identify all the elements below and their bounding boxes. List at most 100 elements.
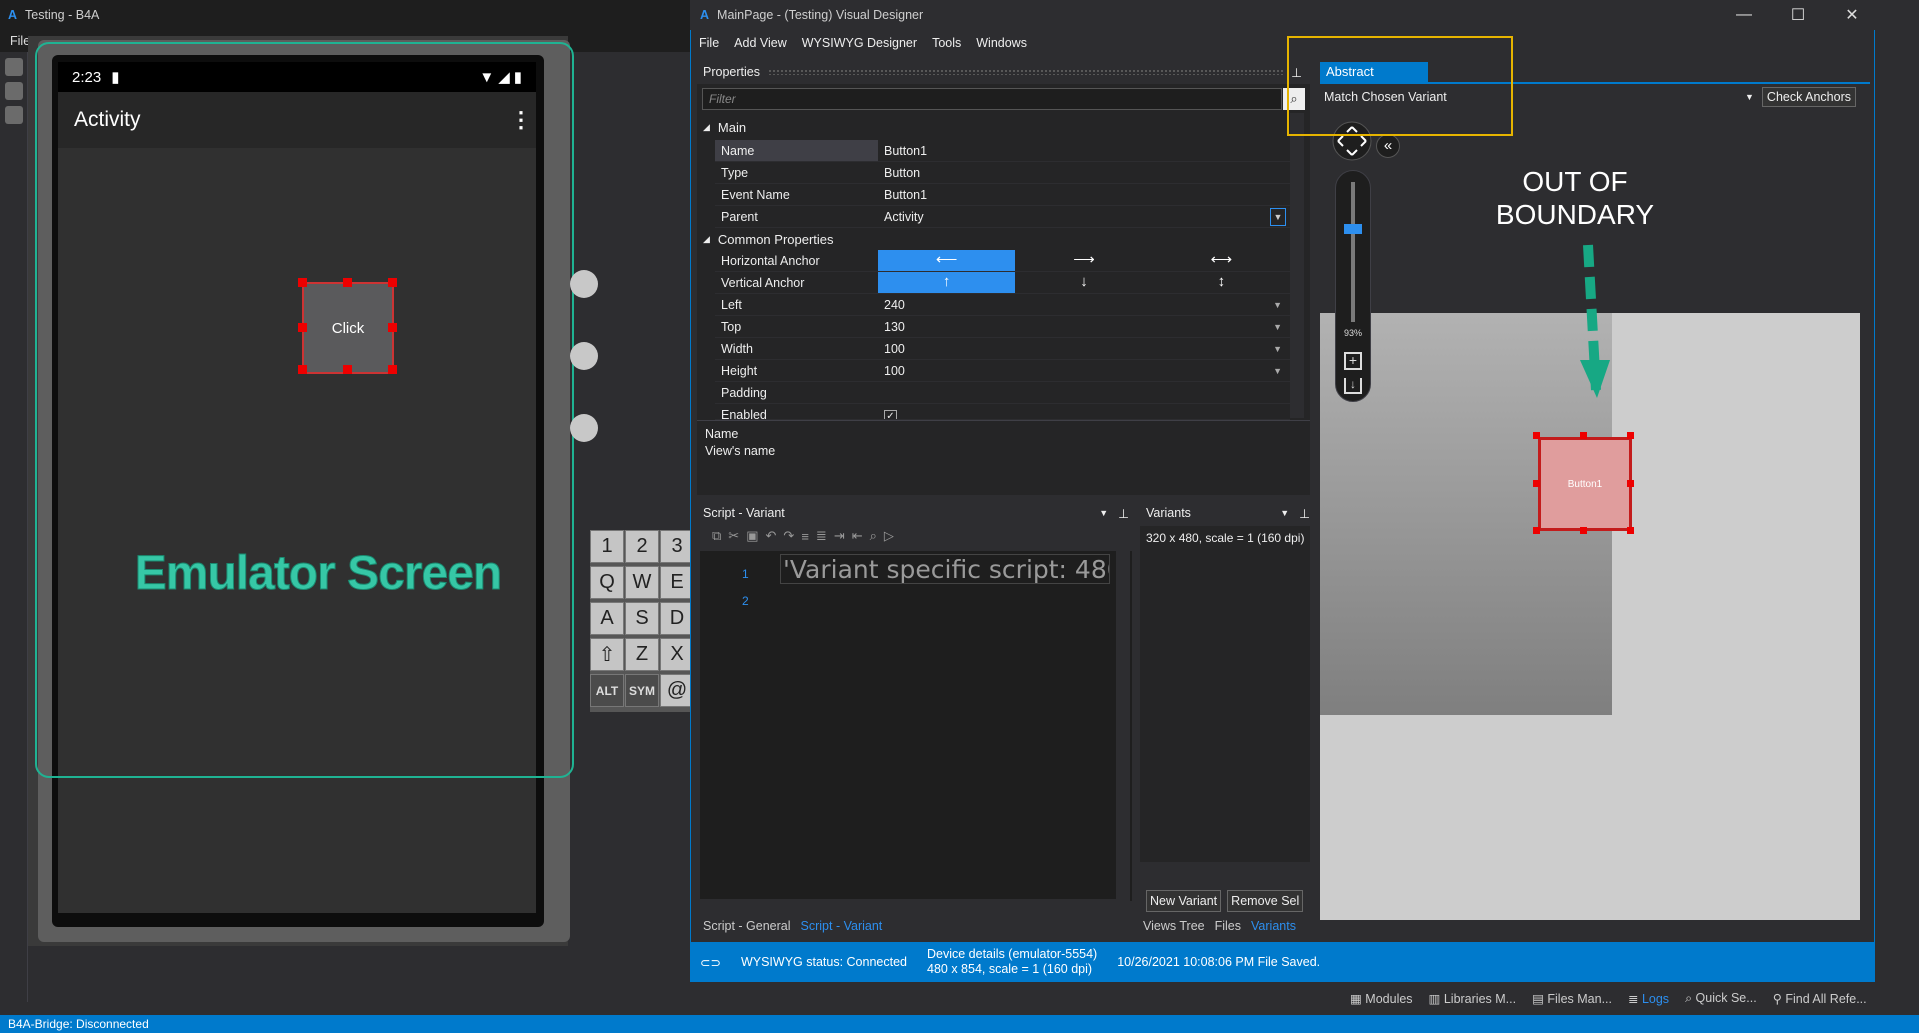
prop-row-horizontal-anchor[interactable]: Horizontal Anchor ⟵ ⟶ ⟷ (715, 250, 1290, 272)
shift-key-icon[interactable]: ⇧ (590, 638, 624, 671)
resize-handle[interactable] (1533, 480, 1540, 487)
filter-input[interactable]: Filter (702, 88, 1282, 110)
alt-key[interactable]: ALT (590, 674, 624, 707)
key[interactable]: S (625, 602, 659, 635)
tab-script-general[interactable]: Script - General (703, 919, 791, 933)
new-variant-button[interactable]: New Variant (1146, 890, 1222, 912)
dropdown-icon[interactable]: ▼ (1270, 208, 1286, 226)
script-editor[interactable] (700, 551, 1132, 901)
zoom-track[interactable] (1351, 182, 1355, 322)
resize-handle[interactable] (1533, 432, 1540, 439)
zoom-thumb[interactable] (1344, 224, 1362, 234)
section-main[interactable]: ◢ Main (703, 116, 746, 138)
menu-file[interactable]: File (699, 36, 719, 50)
key[interactable]: Z (625, 638, 659, 671)
enabled-checkbox[interactable]: ✓ (884, 410, 897, 419)
section-common-properties[interactable]: ◢ Common Properties (703, 228, 834, 250)
canvas-button1[interactable]: Button1 (1538, 437, 1632, 531)
script-vertical-scrollbar[interactable] (1116, 551, 1130, 899)
tab-find-all-references[interactable]: ⚲ Find All Refe... (1773, 991, 1867, 1006)
anchor-bottom-icon[interactable]: ↓ (1015, 272, 1152, 293)
key[interactable]: X (660, 638, 694, 671)
resize-handle[interactable] (1627, 480, 1634, 487)
resize-handle[interactable] (1627, 527, 1634, 534)
designer-tool-icon[interactable] (5, 58, 23, 76)
tab-files[interactable]: Files (1215, 919, 1241, 933)
copy-icon[interactable]: ⧉ (712, 528, 721, 544)
tab-modules[interactable]: ▦ Modules (1350, 991, 1413, 1006)
prop-row-padding[interactable]: Padding (715, 382, 1290, 404)
resize-handle[interactable] (1533, 527, 1540, 534)
maximize-icon[interactable]: ☐ (1775, 5, 1821, 25)
tab-files-manager[interactable]: ▤ Files Man... (1532, 991, 1612, 1006)
tab-script-variant[interactable]: Script - Variant (801, 919, 883, 933)
prop-row-vertical-anchor[interactable]: Vertical Anchor ↑ ↓ ↕ (715, 272, 1290, 294)
comment-icon[interactable]: ≡ (801, 529, 809, 544)
key[interactable]: 1 (590, 530, 624, 563)
camera-icon[interactable] (570, 270, 598, 298)
key[interactable]: @ (660, 674, 694, 707)
resize-handle[interactable] (1580, 432, 1587, 439)
chevron-down-icon[interactable]: ▼ (1745, 92, 1754, 102)
prop-row-enabled[interactable]: Enabled ✓ (715, 404, 1290, 420)
anchor-vertical-both-icon[interactable]: ↕ (1153, 272, 1290, 293)
pin-icon[interactable]: ⊥ (1299, 506, 1310, 521)
menu-tools[interactable]: Tools (932, 36, 961, 50)
prop-row-parent[interactable]: Parent Activity ▼ (715, 206, 1290, 228)
variant-item[interactable]: 320 x 480, scale = 1 (160 dpi) (1143, 528, 1309, 548)
anchor-top-icon[interactable]: ↑ (878, 272, 1016, 293)
prop-row-type[interactable]: Type Button (715, 162, 1290, 184)
key[interactable]: W (625, 566, 659, 599)
anchor-right-icon[interactable]: ⟶ (1015, 250, 1152, 271)
check-anchors-button[interactable]: Check Anchors (1761, 87, 1856, 107)
minimize-icon[interactable]: — (1721, 6, 1767, 24)
key[interactable]: 3 (660, 530, 694, 563)
close-icon[interactable]: ✕ (1829, 5, 1875, 25)
tab-quick-search[interactable]: ⌕ Quick Se... (1685, 991, 1757, 1006)
tab-libraries[interactable]: ▥ Libraries M... (1429, 991, 1517, 1006)
prop-row-top[interactable]: Top 130 ▼ (715, 316, 1290, 338)
home-icon[interactable] (570, 414, 598, 442)
collapse-icon[interactable]: « (1376, 134, 1400, 158)
anchor-both-icon[interactable]: ⟷ (1153, 250, 1290, 271)
fit-icon[interactable]: + (1344, 352, 1362, 370)
canvas-horizontal-scrollbar[interactable] (1320, 920, 1860, 934)
paste-icon[interactable]: ▣ (746, 528, 758, 544)
prop-row-width[interactable]: Width 100 ▼ (715, 338, 1290, 360)
key[interactable]: A (590, 602, 624, 635)
prop-row-left[interactable]: Left 240 ▼ (715, 294, 1290, 316)
find-icon[interactable]: ⌕ (870, 528, 877, 544)
tab-variants[interactable]: Variants (1251, 919, 1296, 933)
remove-selected-button[interactable]: Remove Sel (1227, 890, 1304, 912)
resize-handle[interactable] (1580, 527, 1587, 534)
key[interactable]: E (660, 566, 694, 599)
undo-icon[interactable]: ↶ (766, 528, 777, 544)
script-horizontal-scrollbar[interactable] (700, 899, 1130, 911)
tab-views-tree[interactable]: Views Tree (1143, 919, 1205, 933)
resize-handle[interactable] (1627, 432, 1634, 439)
prop-row-height[interactable]: Height 100 ▼ (715, 360, 1290, 382)
variants-horizontal-scrollbar[interactable] (1140, 862, 1310, 874)
cut-icon[interactable]: ✂ (728, 528, 739, 544)
chevron-down-icon[interactable]: ▼ (1280, 508, 1289, 518)
tab-logs[interactable]: ≣ Logs (1628, 991, 1669, 1006)
prop-row-event-name[interactable]: Event Name Button1 (715, 184, 1290, 206)
outdent-icon[interactable]: ⇤ (852, 528, 863, 544)
export-icon[interactable]: ↓ (1344, 378, 1362, 394)
menu-wysiwyg[interactable]: WYSIWYG Designer (802, 36, 917, 50)
menu-windows[interactable]: Windows (976, 36, 1027, 50)
call-icon[interactable] (570, 342, 598, 370)
properties-scrollbar[interactable] (1290, 113, 1304, 418)
redo-icon[interactable]: ↷ (783, 528, 794, 544)
pin-icon[interactable]: ⊥ (1118, 506, 1129, 521)
key[interactable]: Q (590, 566, 624, 599)
settings-tool-icon[interactable] (5, 106, 23, 124)
anchor-left-icon[interactable]: ⟵ (878, 250, 1016, 271)
chevron-down-icon[interactable]: ▼ (1099, 508, 1108, 518)
script-line[interactable]: 'Variant specific script: 480x35 (780, 554, 1110, 584)
run-icon[interactable]: ▷ (884, 528, 894, 544)
key[interactable]: 2 (625, 530, 659, 563)
key[interactable]: D (660, 602, 694, 635)
uncomment-icon[interactable]: ≣ (816, 528, 827, 544)
canvas-vertical-scrollbar[interactable] (1862, 110, 1874, 920)
